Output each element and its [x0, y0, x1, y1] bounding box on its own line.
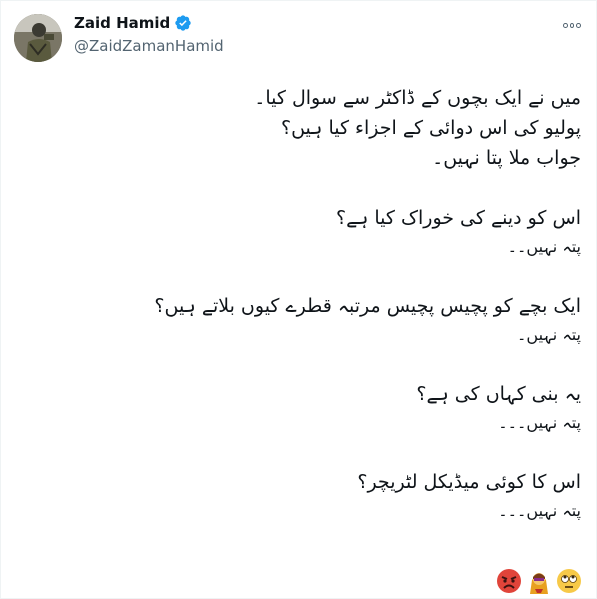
tweet-paragraph: یہ بنی کہاں کی ہے؟ پتہ نہیں۔۔۔ [21, 379, 581, 437]
face-with-rolling-eyes-emoji-icon [556, 568, 582, 594]
tweet-line: ایک بچے کو پچیس پچیس مرتبہ قطرے کیوں بلا… [154, 295, 581, 317]
woman-supervillain-emoji-icon [526, 568, 552, 594]
tweet-line: پتہ نہیں۔۔۔ [498, 413, 581, 432]
tweet-text: میں نے ایک بچوں کے ڈاکٹر سے سوال کیا۔ پو… [21, 83, 581, 555]
more-options-icon[interactable] [562, 15, 582, 35]
tweet-line: یہ بنی کہاں کی ہے؟ [416, 383, 581, 405]
emoji-row [496, 568, 582, 594]
tweet-line: پتہ نہیں۔۔ [507, 237, 581, 256]
tweet-paragraph: اس کا کوئی میڈیکل لٹریچر؟ پتہ نہیں۔۔۔ [21, 467, 581, 525]
author-avatar[interactable] [14, 14, 62, 62]
tweet-line: پتہ نہیں۔ [517, 325, 581, 344]
avatar-image [14, 14, 62, 62]
verified-badge-icon [174, 14, 192, 32]
tweet-card: Zaid Hamid @ZaidZamanHamid میں نے ایک بچ… [0, 0, 597, 599]
tweet-paragraph: ایک بچے کو پچیس پچیس مرتبہ قطرے کیوں بلا… [21, 291, 581, 349]
tweet-line: میں نے ایک بچوں کے ڈاکٹر سے سوال کیا۔ [254, 87, 581, 109]
tweet-line: پتہ نہیں۔۔۔ [498, 501, 581, 520]
tweet-paragraph: اس کو دینے کی خوراک کیا ہے؟ پتہ نہیں۔۔ [21, 203, 581, 261]
tweet-line: جواب ملا پتا نہیں۔ [432, 147, 581, 169]
tweet-line: اس کو دینے کی خوراک کیا ہے؟ [335, 207, 581, 229]
tweet-paragraph: میں نے ایک بچوں کے ڈاکٹر سے سوال کیا۔ پو… [21, 83, 581, 173]
tweet-line: پولیو کی اس دوائی کے اجزاء کیا ہیں؟ [281, 117, 581, 139]
author-display-name[interactable]: Zaid Hamid [74, 14, 170, 32]
author-handle[interactable]: @ZaidZamanHamid [74, 37, 224, 55]
author-name-row: Zaid Hamid [74, 14, 192, 32]
angry-face-emoji-icon [496, 568, 522, 594]
tweet-line: اس کا کوئی میڈیکل لٹریچر؟ [357, 471, 581, 493]
